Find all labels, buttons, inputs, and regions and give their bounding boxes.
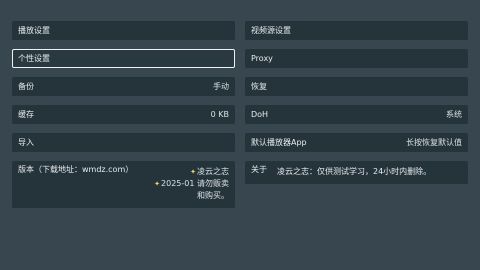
default-app-value: 长按恢复默认值 <box>406 137 462 147</box>
about-label: 关于 <box>251 165 267 174</box>
about-text: 凌云之志：仅供测试学习，24小时内删除。 <box>277 167 432 176</box>
version-label: 版本（下载地址：wmdz.com） <box>18 165 134 174</box>
about-item[interactable]: 关于 凌云之志：仅供测试学习，24小时内删除。 <box>245 161 468 184</box>
backup-item[interactable]: 备份 手动 <box>12 77 235 96</box>
restore-label: 恢复 <box>251 81 267 91</box>
version-note-1: 凌云之志 <box>197 167 229 176</box>
personal-settings-item[interactable]: 个性设置 <box>12 49 235 68</box>
doh-label: DoH <box>251 109 269 119</box>
import-label: 导入 <box>18 137 34 147</box>
default-app-label: 默认播放器App <box>251 137 307 147</box>
cache-value: 0 KB <box>210 109 229 119</box>
sparkle-icon: ✦ <box>190 168 196 176</box>
sparkle-icon: ✦ <box>154 180 161 188</box>
version-note-2: 2025-01 请勿贩卖和购买。 <box>161 179 229 200</box>
play-settings-label: 播放设置 <box>18 25 50 35</box>
default-app-item[interactable]: 默认播放器App 长按恢复默认值 <box>245 133 468 152</box>
import-item[interactable]: 导入 <box>12 133 235 152</box>
play-settings-item[interactable]: 播放设置 <box>12 21 235 40</box>
doh-item[interactable]: DoH 系统 <box>245 105 468 124</box>
version-item[interactable]: 版本（下载地址：wmdz.com） ✦凌云之志 ✦2025-01 请勿贩卖和购买… <box>12 161 235 208</box>
backup-value: 手动 <box>213 81 229 91</box>
cache-label: 缓存 <box>18 109 34 119</box>
source-settings-label: 视频源设置 <box>251 25 291 35</box>
backup-label: 备份 <box>18 81 34 91</box>
restore-item[interactable]: 恢复 <box>245 77 468 96</box>
proxy-item[interactable]: Proxy <box>245 49 468 68</box>
personal-settings-label: 个性设置 <box>18 53 50 63</box>
doh-value: 系统 <box>446 109 462 119</box>
source-settings-item[interactable]: 视频源设置 <box>245 21 468 40</box>
proxy-label: Proxy <box>251 53 273 63</box>
cache-item[interactable]: 缓存 0 KB <box>12 105 235 124</box>
version-note: ✦凌云之志 ✦2025-01 请勿贩卖和购买。 <box>149 166 229 202</box>
